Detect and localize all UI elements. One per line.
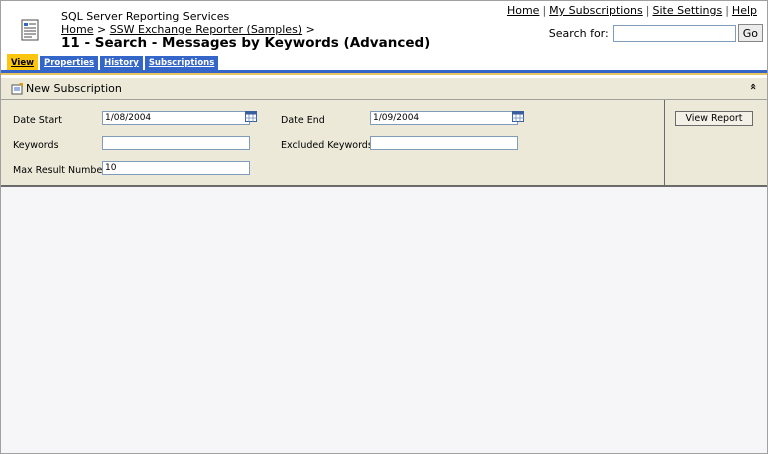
tab-subscriptions[interactable]: Subscriptions [144, 56, 219, 70]
new-subscription-label: New Subscription [26, 82, 122, 95]
search-bar: Search for: Go [549, 24, 763, 42]
report-toolbar: New Subscription « [1, 78, 767, 100]
date-end-label: Date End [281, 115, 325, 126]
page-title: 11 - Search - Messages by Keywords (Adva… [61, 35, 431, 51]
keywords-input[interactable] [102, 136, 250, 150]
tab-bar: View Properties History Subscriptions [7, 54, 220, 70]
calendar-icon[interactable] [245, 111, 257, 122]
search-input[interactable] [612, 24, 736, 42]
excluded-keywords-label: Excluded Keywords [281, 140, 373, 151]
tab-view[interactable]: View [7, 54, 38, 70]
home-link[interactable]: Home [507, 4, 539, 17]
date-start-label: Date Start [13, 115, 62, 126]
keywords-label: Keywords [13, 140, 59, 151]
date-start-input[interactable]: 1/08/2004 [102, 111, 250, 125]
my-subscriptions-link[interactable]: My Subscriptions [549, 4, 643, 17]
top-links: Home | My Subscriptions | Site Settings | Help [507, 4, 757, 17]
app-window: SQL Server Reporting Services Home > SSW… [0, 0, 768, 454]
help-link[interactable]: Help [732, 4, 757, 17]
site-settings-link[interactable]: Site Settings [652, 4, 722, 17]
new-subscription-button[interactable]: New Subscription [11, 82, 122, 95]
app-name: SQL Server Reporting Services [61, 10, 230, 23]
link-separator: | [542, 4, 547, 17]
parameters-panel: Date Start 1/08/2004 Date End 1/09/2004 … [1, 100, 767, 187]
tab-properties[interactable]: Properties [39, 56, 99, 70]
report-content-area [1, 187, 767, 453]
panel-divider [664, 100, 665, 185]
new-subscription-icon [11, 82, 23, 94]
tab-history[interactable]: History [100, 56, 143, 70]
date-end-input[interactable]: 1/09/2004 [370, 111, 518, 125]
max-result-input[interactable]: 10 [102, 161, 250, 175]
collapse-params-icon[interactable]: « [747, 83, 760, 90]
max-result-label: Max Result Number [13, 165, 107, 176]
view-report-button[interactable]: View Report [675, 111, 753, 126]
search-label: Search for: [548, 26, 609, 40]
link-separator: | [725, 4, 729, 17]
link-separator: | [645, 4, 650, 17]
calendar-icon[interactable] [512, 111, 524, 122]
excluded-keywords-input[interactable] [370, 136, 518, 150]
go-button[interactable]: Go [737, 24, 763, 42]
tab-underline-accent [1, 73, 767, 75]
report-icon [21, 19, 39, 41]
